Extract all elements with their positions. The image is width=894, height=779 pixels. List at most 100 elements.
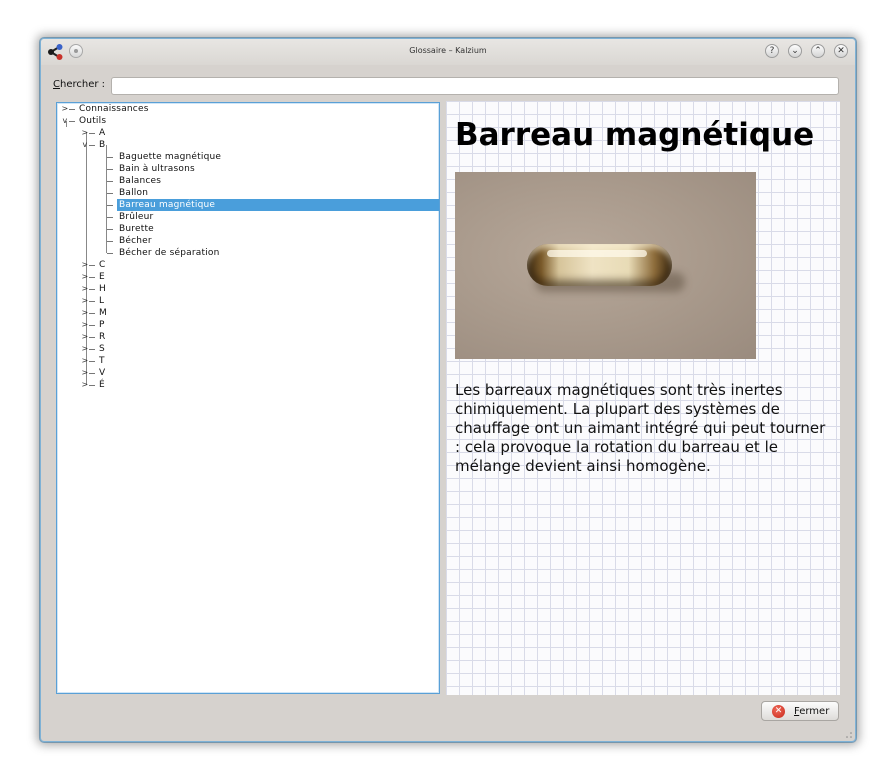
tree-item-term[interactable]: Baguette magnétique: [57, 151, 439, 163]
tree-item-label: Brûleur: [119, 212, 154, 222]
expand-arrow-icon[interactable]: >: [81, 295, 89, 307]
tree-item-label: M: [99, 308, 107, 318]
tree-connector: [107, 217, 113, 218]
tree-item-outils[interactable]: v Outils: [57, 115, 439, 127]
tree-item-label: Burette: [119, 224, 154, 234]
tree-item-label: S: [99, 344, 105, 354]
tree-item-label: Outils: [79, 116, 107, 126]
tree-item-label: V: [99, 368, 106, 378]
tree-connector: [107, 241, 113, 242]
tree-connector: [107, 157, 113, 158]
close-button-label: Fermer: [794, 706, 829, 717]
tree-connector: [69, 121, 75, 122]
tree-item-term[interactable]: Burette: [57, 223, 439, 235]
tree-connector: [89, 373, 95, 374]
tree-connector: [69, 109, 75, 110]
expand-arrow-icon[interactable]: >: [81, 343, 89, 355]
collapse-arrow-icon[interactable]: v: [81, 139, 89, 151]
title-bar[interactable]: Glossaire – Kalzium ? ⌄ ⌃ ✕: [41, 39, 855, 65]
tree-connector: [89, 349, 95, 350]
close-window-button[interactable]: ✕: [834, 44, 848, 58]
search-input[interactable]: [111, 77, 839, 95]
term-photo: [455, 172, 756, 359]
tree-item-term[interactable]: Balances: [57, 175, 439, 187]
tree-item-label: Ballon: [119, 188, 149, 198]
tree-connector: [107, 253, 113, 254]
tree-item-letter[interactable]: > T: [57, 355, 439, 367]
tree-connector: [89, 337, 95, 338]
glossary-window: Glossaire – Kalzium ? ⌄ ⌃ ✕ Chercher : >…: [40, 38, 856, 742]
window-title: Glossaire – Kalzium: [409, 46, 487, 55]
tree-connector: [89, 265, 95, 266]
tree-item-connaissances[interactable]: > Connaissances: [57, 103, 439, 115]
tree-connector: [89, 361, 95, 362]
tree-item-term[interactable]: Bain à ultrasons: [57, 163, 439, 175]
tree-item-label: Connaissances: [79, 104, 149, 114]
tree-item-label: Bécher: [119, 236, 152, 246]
close-label-text: ermer: [799, 706, 830, 717]
tree-item-label: Bain à ultrasons: [119, 164, 195, 174]
tree-item-letter-b[interactable]: v B: [57, 139, 439, 151]
tree-item-label: Bécher de séparation: [119, 248, 220, 258]
tree-connector: [89, 133, 95, 134]
tree-item-letter[interactable]: > E: [57, 271, 439, 283]
tree-item-label: Barreau magnétique: [117, 199, 439, 211]
expand-arrow-icon[interactable]: >: [81, 259, 89, 271]
tree-item-letter-a[interactable]: > A: [57, 127, 439, 139]
tree-item-label: É: [99, 380, 105, 390]
detail-pane: Barreau magnétique Les barreaux magnétiq…: [446, 101, 840, 695]
tree-connector: [89, 385, 95, 386]
tree-item-term[interactable]: Bécher de séparation: [57, 247, 439, 259]
tree-item-term[interactable]: Bécher: [57, 235, 439, 247]
term-description: Les barreaux magnétiques sont très inert…: [455, 381, 826, 475]
tree-item-term[interactable]: Ballon: [57, 187, 439, 199]
expand-arrow-icon[interactable]: >: [81, 307, 89, 319]
tree-item-letter[interactable]: > R: [57, 331, 439, 343]
resize-grip-icon[interactable]: [845, 731, 853, 739]
search-label-mnemonic: C: [53, 79, 60, 90]
tree-item-letter[interactable]: > L: [57, 295, 439, 307]
help-button[interactable]: ?: [765, 44, 779, 58]
tree-item-letter[interactable]: > M: [57, 307, 439, 319]
tree-item-letter[interactable]: > C: [57, 259, 439, 271]
expand-arrow-icon[interactable]: >: [81, 331, 89, 343]
tree-item-letter[interactable]: > P: [57, 319, 439, 331]
tree-connector: [107, 205, 113, 206]
search-label-text: hercher :: [59, 79, 106, 90]
expand-arrow-icon[interactable]: >: [81, 319, 89, 331]
tree-item-term[interactable]: Brûleur: [57, 211, 439, 223]
tree-item-letter[interactable]: > É: [57, 379, 439, 391]
tree-item-letter[interactable]: > H: [57, 283, 439, 295]
tree-item-label: Baguette magnétique: [119, 152, 222, 162]
tree-item-label: R: [99, 332, 106, 342]
expand-arrow-icon[interactable]: >: [61, 103, 69, 115]
tree-connector: [89, 145, 95, 146]
expand-arrow-icon[interactable]: >: [81, 127, 89, 139]
tree-connector: [107, 229, 113, 230]
tree-connector: [107, 193, 113, 194]
tree-item-label: E: [99, 272, 105, 282]
tree-item-letter[interactable]: > S: [57, 343, 439, 355]
tree-item-letter[interactable]: > V: [57, 367, 439, 379]
close-button[interactable]: ✕ Fermer: [761, 701, 839, 721]
tree-connector: [89, 313, 95, 314]
tree-item-label: L: [99, 296, 105, 306]
tree-item-label: H: [99, 284, 106, 294]
term-title: Barreau magnétique: [455, 117, 815, 153]
tree-connector: [107, 169, 113, 170]
glossary-tree[interactable]: > Connaissances v Outils > A v B Baguett…: [56, 102, 440, 694]
tree-item-term-selected[interactable]: Barreau magnétique: [57, 199, 439, 211]
tree-item-label: Balances: [119, 176, 162, 186]
tree-item-label: A: [99, 128, 106, 138]
close-icon: ✕: [772, 705, 785, 718]
expand-arrow-icon[interactable]: >: [81, 367, 89, 379]
expand-arrow-icon[interactable]: >: [81, 283, 89, 295]
minimize-button[interactable]: ⌄: [788, 44, 802, 58]
expand-arrow-icon[interactable]: >: [81, 271, 89, 283]
collapse-arrow-icon[interactable]: v: [61, 115, 69, 127]
expand-arrow-icon[interactable]: >: [81, 379, 89, 391]
maximize-button[interactable]: ⌃: [811, 44, 825, 58]
tree-item-label: P: [99, 320, 105, 330]
expand-arrow-icon[interactable]: >: [81, 355, 89, 367]
tree-connector: [89, 289, 95, 290]
